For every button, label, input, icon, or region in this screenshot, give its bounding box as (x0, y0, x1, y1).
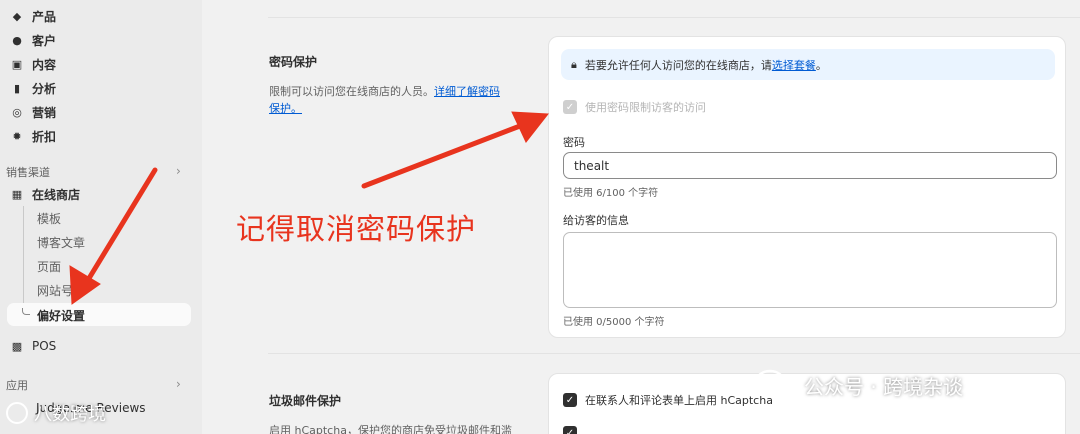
divider (268, 353, 1080, 354)
wechat-watermark: 公众号 · 跨境杂谈 (754, 368, 963, 402)
sidebar-item-discounts[interactable]: ✹ 折扣 (10, 125, 56, 147)
sidebar-sub-blog[interactable]: 博客文章 (37, 232, 85, 252)
sidebar-sub-navigation[interactable]: 网站号 (37, 280, 73, 300)
brand-logo-icon (6, 402, 28, 424)
spam-section-desc: 启用 hCaptcha，保护您的商店免受垃圾邮件和滥 (269, 424, 512, 434)
checkbox-checked-disabled[interactable]: ✓ (563, 100, 577, 114)
sidebar-item-products[interactable]: ◆ 产品 (10, 5, 56, 27)
sidebar-item-marketing[interactable]: ◎ 营销 (10, 101, 56, 123)
annotation-text: 记得取消密码保护 (236, 212, 477, 246)
sidebar-sub-preferences[interactable]: 偏好设置 (7, 303, 191, 326)
checkbox-checked[interactable]: ✓ (563, 393, 577, 407)
sidebar-item-analytics[interactable]: ▮ 分析 (10, 77, 56, 99)
password-input[interactable]: thealt (563, 152, 1057, 179)
message-help: 已使用 0/5000 个字符 (563, 317, 665, 328)
sales-channels-label: 销售渠道 (6, 166, 50, 179)
select-plan-link[interactable]: 选择套餐 (772, 57, 816, 73)
pos-icon: ▩ (11, 339, 23, 353)
divider (268, 17, 1080, 18)
sidebar-sub-pages[interactable]: 页面 (37, 256, 61, 276)
store-icon: ▦ (11, 187, 23, 201)
subnav-corner (22, 308, 30, 315)
tag-icon: ◆ (12, 9, 22, 23)
password-section-title: 密码保护 (269, 55, 318, 69)
password-checkbox-row[interactable]: ✓ 使用密码限制访客的访问 (563, 99, 706, 115)
sidebar-item-content[interactable]: ▣ 内容 (10, 53, 56, 75)
person-icon: ● (12, 33, 22, 47)
checkbox-checked[interactable]: ✓ (563, 426, 577, 434)
lock-icon: 🔒︎ (571, 57, 577, 71)
hcaptcha-checkbox-row[interactable]: ✓ 在联系人和评论表单上启用 hCaptcha (563, 392, 773, 408)
sidebar: ◆ 产品 ● 客户 ▣ 内容 ▮ 分析 ◎ 营销 ✹ 折扣 销售渠道 › ▦ 在… (0, 0, 202, 434)
apps-label: 应用 (6, 379, 28, 392)
sidebar-item-pos[interactable]: ▩ POS (10, 335, 57, 357)
discount-icon: ✹ (12, 129, 22, 143)
subnav-line (23, 206, 24, 310)
message-textarea[interactable] (563, 232, 1057, 308)
bar-chart-icon: ▮ (13, 81, 21, 95)
spam-section-title: 垃圾邮件保护 (269, 394, 342, 408)
message-label: 给访客的信息 (563, 214, 629, 227)
chevron-right-icon[interactable]: › (176, 377, 181, 391)
sidebar-item-online-store[interactable]: ▦ 在线商店 (10, 183, 80, 205)
password-card: 🔒︎ 若要允许任何人访问您的在线商店，请 选择套餐。 ✓ 使用密码限制访客的访问 … (548, 36, 1066, 338)
wechat-icon (754, 369, 793, 400)
brand-watermark: 八数跨境 (6, 400, 106, 426)
target-icon: ◎ (12, 105, 22, 119)
sidebar-sub-themes[interactable]: 模板 (37, 208, 61, 228)
sidebar-item-customers[interactable]: ● 客户 (10, 29, 56, 51)
image-icon: ▣ (11, 57, 23, 71)
plan-banner: 🔒︎ 若要允许任何人访问您的在线商店，请 选择套餐。 (561, 49, 1055, 80)
hcaptcha-checkbox-row-2[interactable]: ✓ (563, 426, 585, 434)
chevron-right-icon[interactable]: › (176, 164, 181, 178)
password-section-desc: 限制可以访问您在线商店的人员。详细了解密码保护。 (269, 85, 500, 115)
password-help: 已使用 6/100 个字符 (563, 188, 659, 199)
password-label: 密码 (563, 136, 585, 149)
